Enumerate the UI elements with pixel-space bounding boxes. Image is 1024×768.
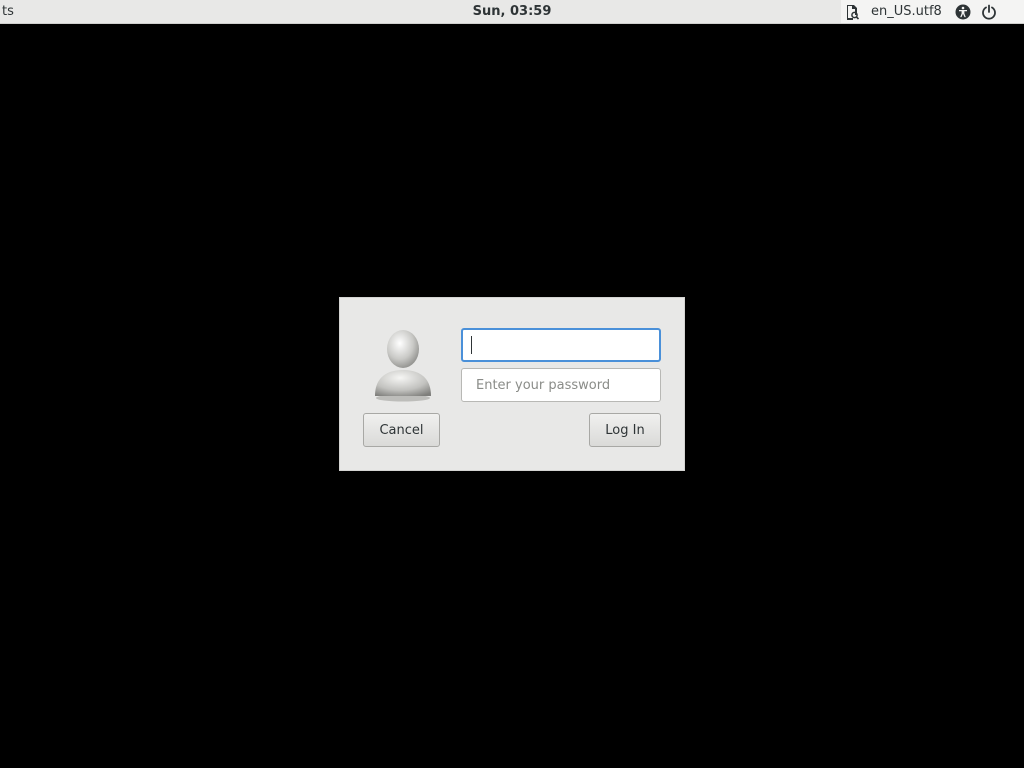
power-icon[interactable]: [978, 1, 1000, 23]
text-caret: [471, 336, 472, 354]
username-input[interactable]: [461, 328, 661, 362]
locale-selector[interactable]: en_US.utf8: [863, 3, 952, 20]
system-tray: en_US.utf8: [841, 0, 1024, 23]
keyboard-layout-icon[interactable]: [841, 1, 863, 23]
cancel-button[interactable]: Cancel: [363, 413, 440, 447]
password-input[interactable]: [461, 368, 661, 402]
top-bar: ts Sun, 03:59 en_US.utf8: [0, 0, 1024, 24]
login-button[interactable]: Log In: [589, 413, 661, 447]
user-avatar-icon: [372, 328, 434, 402]
login-dialog: Cancel Log In: [339, 297, 685, 471]
accessibility-icon[interactable]: [952, 1, 974, 23]
